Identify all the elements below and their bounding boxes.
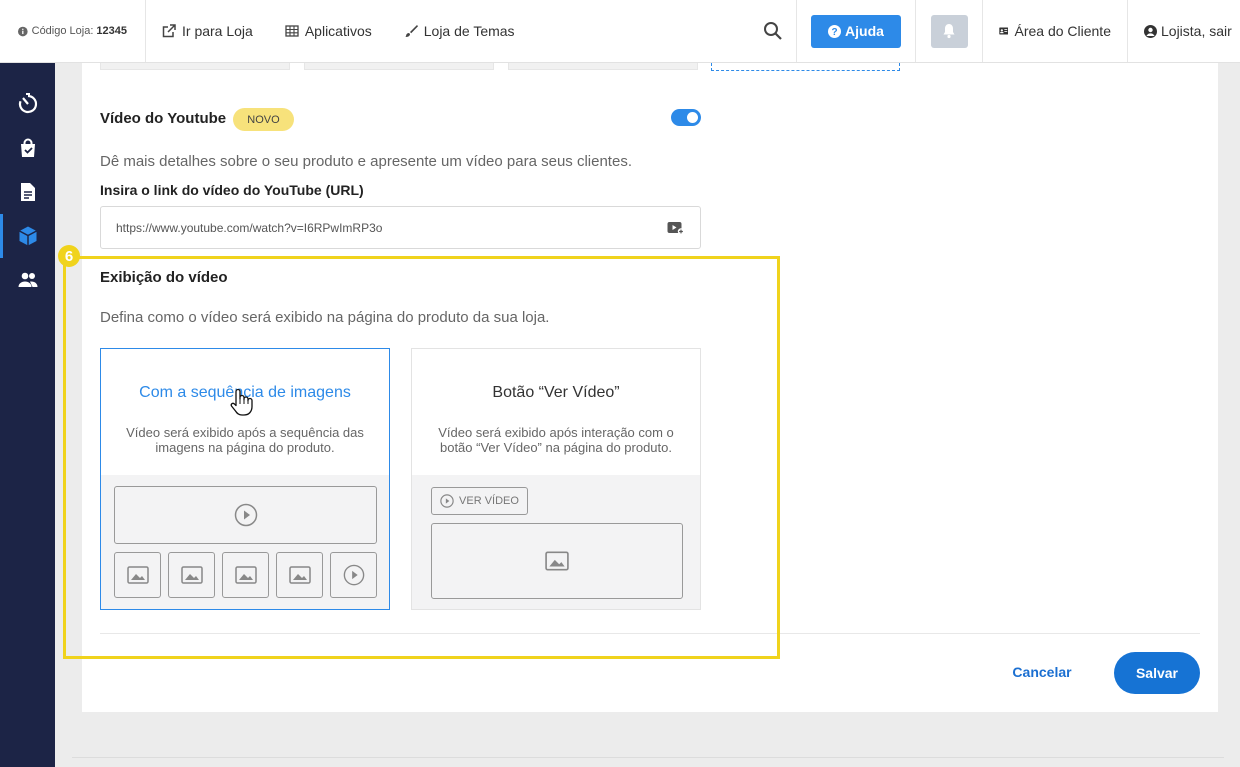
client-area-link[interactable]: Área do Cliente bbox=[983, 0, 1128, 62]
preview-main-video bbox=[114, 486, 377, 544]
document-icon bbox=[20, 183, 35, 201]
hand-cursor-icon bbox=[230, 388, 253, 416]
cancel-button[interactable]: Cancelar bbox=[1000, 654, 1084, 690]
help-label: Ajuda bbox=[845, 23, 884, 39]
preview-video-thumbnail bbox=[330, 552, 377, 598]
step-number-badge: 6 bbox=[58, 245, 80, 267]
search-button[interactable] bbox=[749, 0, 797, 62]
preview-thumbnail bbox=[114, 552, 161, 598]
shopping-bag-icon bbox=[20, 138, 35, 157]
youtube-video-toggle[interactable] bbox=[671, 109, 701, 126]
id-card-icon bbox=[999, 27, 1009, 35]
play-icon bbox=[440, 494, 454, 508]
preview-video-area bbox=[431, 523, 683, 599]
theme-store-link[interactable]: Loja de Temas bbox=[388, 0, 531, 62]
option-title: Botão “Ver Vídeo” bbox=[492, 384, 620, 401]
sidebar-item-pages[interactable] bbox=[0, 170, 55, 214]
previous-section-box bbox=[304, 63, 494, 70]
brush-icon bbox=[404, 25, 418, 37]
youtube-section-title: Vídeo do Youtube bbox=[100, 110, 227, 127]
image-icon bbox=[288, 566, 311, 584]
svg-text:?: ? bbox=[831, 27, 837, 38]
video-display-title: Exibição do vídeo bbox=[100, 269, 228, 286]
customers-icon bbox=[18, 272, 37, 287]
top-bar: Código Loja: 12345 Ir para Loja Aplicati… bbox=[0, 0, 1240, 63]
product-box-icon bbox=[18, 226, 37, 246]
play-icon bbox=[343, 564, 364, 586]
option-preview: VER VÍDEO bbox=[412, 475, 700, 609]
preview-thumbnail bbox=[168, 552, 215, 598]
store-code-label: Código Loja: bbox=[31, 25, 94, 37]
preview-watch-video-button: VER VÍDEO bbox=[431, 487, 528, 515]
question-icon: ? bbox=[828, 24, 842, 38]
divider bbox=[100, 633, 1200, 634]
new-badge: NOVO bbox=[233, 108, 294, 131]
preview-button-label: VER VÍDEO bbox=[459, 495, 519, 507]
help-button[interactable]: ? Ajuda bbox=[811, 14, 901, 48]
previous-section-box bbox=[508, 63, 698, 70]
go-to-store-label: Ir para Loja bbox=[182, 23, 253, 39]
video-display-description: Defina como o vídeo será exibido na pági… bbox=[100, 309, 550, 326]
store-code: Código Loja: 12345 bbox=[0, 0, 146, 62]
apps-label: Aplicativos bbox=[304, 23, 372, 39]
bell-icon bbox=[943, 24, 955, 39]
sidebar-item-products[interactable] bbox=[0, 214, 55, 258]
option-preview bbox=[101, 475, 389, 609]
sidebar-item-orders[interactable] bbox=[0, 126, 55, 170]
grid-icon bbox=[285, 25, 299, 37]
external-link-icon bbox=[162, 24, 176, 38]
video-add-icon bbox=[667, 222, 685, 235]
user-label: Lojista, sair bbox=[1161, 23, 1232, 39]
sidebar-item-customers[interactable] bbox=[0, 258, 55, 302]
go-to-store-link[interactable]: Ir para Loja bbox=[146, 0, 269, 62]
youtube-url-label: Insira o link do vídeo do YouTube (URL) bbox=[100, 182, 364, 198]
store-code-value: 12345 bbox=[96, 25, 127, 37]
notifications-button[interactable] bbox=[930, 14, 968, 48]
play-icon bbox=[234, 503, 257, 527]
previous-upload-box[interactable] bbox=[711, 63, 900, 71]
client-area-label: Área do Cliente bbox=[1014, 23, 1111, 39]
option-description: Vídeo será exibido após interação com o … bbox=[438, 425, 674, 455]
theme-store-label: Loja de Temas bbox=[423, 23, 515, 39]
youtube-description: Dê mais detalhes sobre o seu produto e a… bbox=[100, 153, 632, 170]
info-icon bbox=[18, 26, 28, 36]
save-button[interactable]: Salvar bbox=[1114, 652, 1200, 694]
search-icon bbox=[763, 22, 782, 40]
user-logout-link[interactable]: Lojista, sair bbox=[1128, 0, 1240, 62]
dashboard-icon bbox=[18, 93, 37, 114]
image-icon bbox=[545, 551, 569, 571]
option-watch-video-button[interactable]: Botão “Ver Vídeo” Vídeo será exibido apó… bbox=[411, 348, 701, 610]
sidebar-item-dashboard[interactable] bbox=[0, 82, 55, 126]
preview-thumbnail bbox=[276, 552, 323, 598]
apps-link[interactable]: Aplicativos bbox=[269, 0, 388, 62]
sidebar bbox=[0, 63, 55, 767]
option-description: Vídeo será exibido após a sequência das … bbox=[126, 425, 364, 455]
image-icon bbox=[126, 566, 149, 584]
previous-section-box bbox=[100, 63, 290, 70]
preview-thumbnail bbox=[222, 552, 269, 598]
user-circle-icon bbox=[1144, 24, 1157, 38]
image-icon bbox=[180, 566, 203, 584]
image-icon bbox=[234, 566, 257, 584]
youtube-url-input[interactable] bbox=[100, 206, 701, 249]
divider bbox=[72, 757, 1224, 758]
